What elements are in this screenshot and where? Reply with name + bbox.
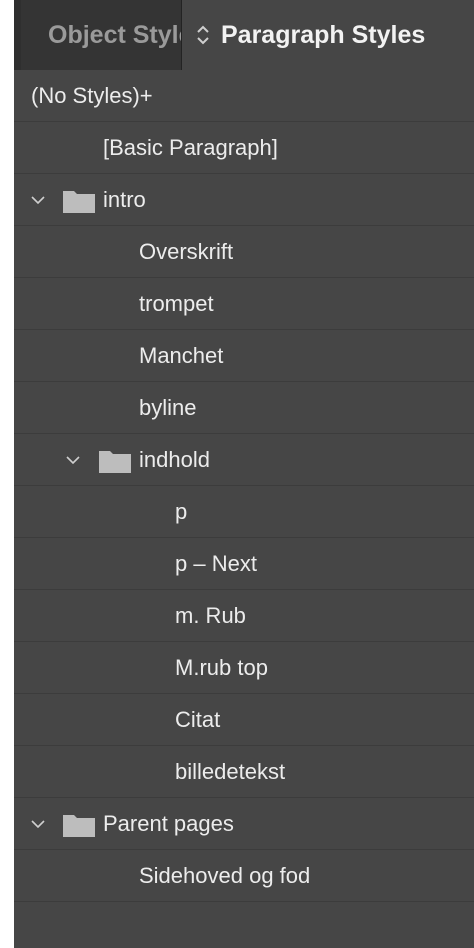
folder-icon bbox=[63, 191, 95, 213]
style-row-trompet[interactable]: trompet bbox=[14, 278, 474, 330]
chevron-down-icon[interactable] bbox=[65, 452, 81, 468]
style-row-manchet[interactable]: Manchet bbox=[14, 330, 474, 382]
style-label: p – Next bbox=[175, 551, 257, 576]
style-label: trompet bbox=[139, 291, 214, 316]
style-row-m-rub[interactable]: m. Rub bbox=[14, 590, 474, 642]
style-row-billedetekst[interactable]: billedetekst bbox=[14, 746, 474, 798]
style-group-parent-pages[interactable]: Parent pages bbox=[14, 798, 474, 850]
style-row-p[interactable]: p bbox=[14, 486, 474, 538]
group-label: Parent pages bbox=[103, 811, 234, 836]
style-label: m. Rub bbox=[175, 603, 246, 628]
folder-icon bbox=[99, 451, 131, 473]
style-label: byline bbox=[139, 395, 197, 420]
panel-tab-bar: Object Styles Paragraph Styles bbox=[14, 0, 474, 70]
group-label: indhold bbox=[139, 447, 210, 472]
style-label: Sidehoved og fod bbox=[139, 863, 311, 888]
style-row-sidehoved-og-fod[interactable]: Sidehoved og fod bbox=[14, 850, 474, 902]
tab-object-styles-label: Object Styles bbox=[48, 20, 181, 49]
style-row-m-rub-top[interactable]: M.rub top bbox=[14, 642, 474, 694]
style-label: p bbox=[175, 499, 188, 524]
folder-icon bbox=[63, 815, 95, 837]
style-label: (No Styles)+ bbox=[31, 83, 153, 108]
style-label: [Basic Paragraph] bbox=[103, 135, 278, 160]
style-row-byline[interactable]: byline bbox=[14, 382, 474, 434]
paragraph-styles-panel: Object Styles Paragraph Styles (No Style… bbox=[14, 0, 474, 948]
style-row-overskrift[interactable]: Overskrift bbox=[14, 226, 474, 278]
updown-arrows-icon bbox=[197, 25, 209, 45]
chevron-down-icon[interactable] bbox=[30, 192, 46, 208]
style-label: M.rub top bbox=[175, 655, 268, 680]
tab-paragraph-styles-label: Paragraph Styles bbox=[221, 20, 426, 49]
tab-object-styles[interactable]: Object Styles bbox=[21, 0, 182, 70]
style-label: Citat bbox=[175, 707, 221, 732]
style-label: billedetekst bbox=[175, 759, 286, 784]
tab-paragraph-styles[interactable]: Paragraph Styles bbox=[182, 0, 474, 70]
group-label: intro bbox=[103, 187, 146, 212]
style-group-intro[interactable]: intro bbox=[14, 174, 474, 226]
chevron-down-icon[interactable] bbox=[30, 816, 46, 832]
styles-list: (No Styles)+ [Basic Paragraph] intro Ove… bbox=[14, 70, 474, 902]
style-label: Overskrift bbox=[139, 239, 234, 264]
style-row-p-next[interactable]: p – Next bbox=[14, 538, 474, 590]
style-group-indhold[interactable]: indhold bbox=[14, 434, 474, 486]
style-row-no-styles[interactable]: (No Styles)+ bbox=[14, 70, 474, 122]
style-row-basic-paragraph[interactable]: [Basic Paragraph] bbox=[14, 122, 474, 174]
style-label: Manchet bbox=[139, 343, 224, 368]
style-row-citat[interactable]: Citat bbox=[14, 694, 474, 746]
